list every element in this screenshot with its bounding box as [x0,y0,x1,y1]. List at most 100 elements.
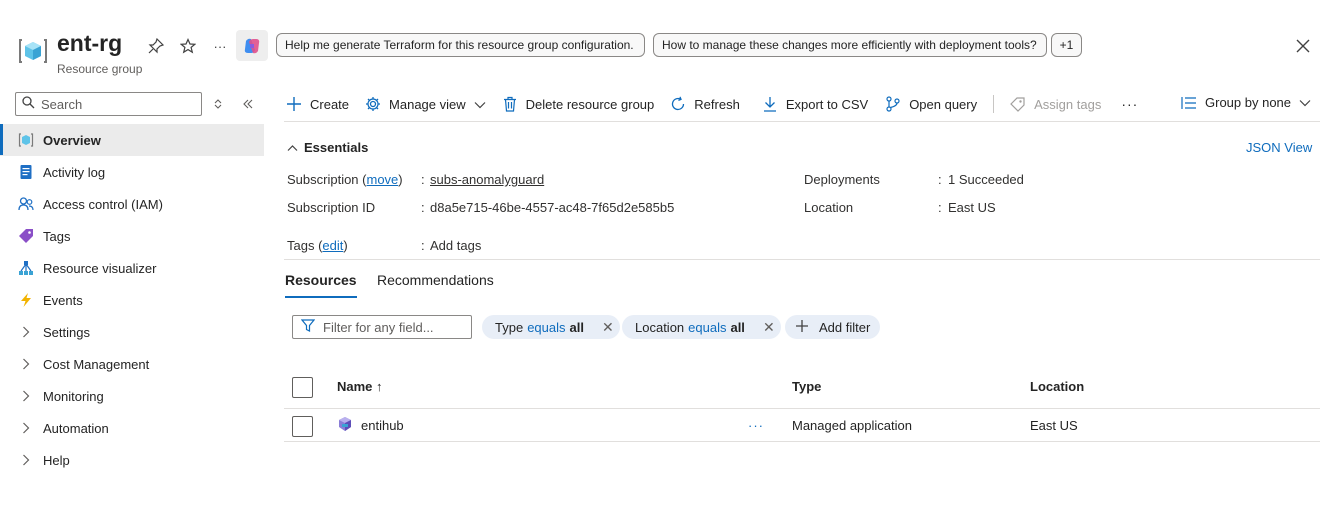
separator-colon: : [421,172,425,187]
search-input[interactable]: Search [41,97,82,112]
expand-collapse-icon[interactable] [210,96,226,112]
gear-icon [365,96,381,112]
command-bar: Create Manage view Delete resource group… [286,88,1138,120]
page-title: ent-rg [57,30,123,56]
table-header-divider [284,408,1320,409]
active-indicator [0,124,3,155]
essentials-toggle[interactable]: Essentials [287,140,368,155]
sidebar-item-label: Activity log [43,164,106,180]
manage-view-button[interactable]: Manage view [365,96,486,112]
prompt-chip-deployment-tools[interactable]: How to manage these changes more efficie… [653,33,1047,57]
chevron-right-icon [18,358,34,370]
tags-edit-link[interactable]: edit [322,238,343,253]
location-label: Location [804,200,854,215]
star-icon[interactable] [178,36,198,56]
subscription-id-label: Subscription ID [287,200,376,215]
sidebar-item-monitoring[interactable]: Monitoring [0,380,264,412]
close-icon[interactable]: ✕ [763,319,775,336]
sidebar-item-label: Events [43,292,83,308]
toolbar-divider-line [284,121,1320,122]
refresh-icon [670,96,686,112]
chevron-right-icon [18,454,34,466]
sidebar-item-access-control[interactable]: Access control (IAM) [0,188,264,220]
pin-icon[interactable] [146,36,166,56]
sidebar-item-label: Tags [43,228,71,244]
subscription-move-link[interactable]: move [366,172,398,187]
close-icon[interactable] [1293,36,1313,56]
sidebar-item-help[interactable]: Help [0,444,264,476]
column-header-type[interactable]: Type [792,379,821,394]
people-icon [18,196,34,212]
filter-pill-location[interactable]: Location equals all ✕ [622,315,781,339]
plus-icon [286,96,302,112]
sidebar-item-activity-log[interactable]: Activity log [0,156,264,188]
sidebar-item-label: Help [43,452,70,468]
sidebar-item-cost-management[interactable]: Cost Management [0,348,264,380]
subscription-id-value: d8a5e715-46be-4557-ac48-7f65d2e585b5 [430,200,675,215]
tab-resources[interactable]: Resources [285,272,357,298]
sidebar-search[interactable]: Search [15,92,202,116]
list-icon [1181,96,1197,110]
tag-icon [1010,96,1026,112]
resource-group-icon [18,132,34,148]
sidebar-item-overview[interactable]: Overview [0,124,264,156]
resource-type-link[interactable]: Managed application [792,418,912,433]
resource-group-icon [18,36,48,66]
table-row-divider [284,441,1320,442]
chevron-up-icon [287,140,298,155]
copilot-icon[interactable] [236,30,268,61]
sidebar-item-events[interactable]: Events [0,284,264,316]
sidebar-item-label: Overview [43,132,101,148]
filter-input[interactable]: Filter for any field... [292,315,472,339]
sidebar-item-label: Resource visualizer [43,260,157,276]
lightning-icon [18,292,34,308]
sidebar-item-resource-visualizer[interactable]: Resource visualizer [0,252,264,284]
sidebar-nav: Overview Activity log Access control (IA… [0,124,264,476]
subscription-link[interactable]: subs-anomalyguard [430,172,544,187]
location-value: East US [948,200,996,215]
chevron-down-icon [474,97,486,112]
delete-resource-group-button[interactable]: Delete resource group [502,96,654,112]
column-header-name[interactable]: Name ↑ [337,379,383,394]
open-query-button[interactable]: Open query [885,96,977,112]
resource-name-link[interactable]: entihub [361,418,404,433]
visualizer-icon [18,260,34,276]
separator-colon: : [938,200,942,215]
close-icon[interactable]: ✕ [602,319,614,336]
refresh-button[interactable]: Refresh [670,96,740,112]
row-checkbox[interactable] [292,416,313,437]
prompt-chip-more[interactable]: +1 [1051,33,1082,57]
select-all-checkbox[interactable] [292,377,313,398]
plus-icon [795,319,809,336]
collapse-sidebar-icon[interactable] [240,96,256,112]
resource-location: East US [1030,418,1078,433]
prompt-chip-terraform[interactable]: Help me generate Terraform for this reso… [276,33,645,57]
add-tags-link[interactable]: Add tags [430,238,481,253]
subscription-label: Subscription (move) [287,172,403,187]
filter-icon [300,319,316,335]
search-icon [22,96,35,112]
assign-tags-button[interactable]: Assign tags [1010,96,1101,112]
column-header-location[interactable]: Location [1030,379,1084,394]
tab-recommendations[interactable]: Recommendations [377,272,494,296]
separator-colon: : [421,200,425,215]
activity-log-icon [18,164,34,180]
filter-pill-type[interactable]: Type equals all ✕ [482,315,620,339]
page-subtitle: Resource group [57,62,143,76]
download-icon [762,96,778,112]
create-button[interactable]: Create [286,96,349,112]
add-filter-button[interactable]: Add filter [785,315,881,339]
sidebar-item-tags[interactable]: Tags [0,220,264,252]
chevron-right-icon [18,390,34,402]
json-view-link[interactable]: JSON View [1246,140,1312,155]
export-csv-button[interactable]: Export to CSV [762,96,868,112]
more-icon[interactable]: ··· [210,36,230,56]
sidebar-item-settings[interactable]: Settings [0,316,264,348]
group-by-button[interactable]: Group by none [1181,95,1311,110]
separator-colon: : [421,238,425,253]
chevron-right-icon [18,422,34,434]
sidebar-item-automation[interactable]: Automation [0,412,264,444]
more-options-icon[interactable]: ··· [1121,96,1138,112]
deployments-link[interactable]: 1 Succeeded [948,172,1024,187]
row-more-icon[interactable]: ··· [748,418,764,433]
